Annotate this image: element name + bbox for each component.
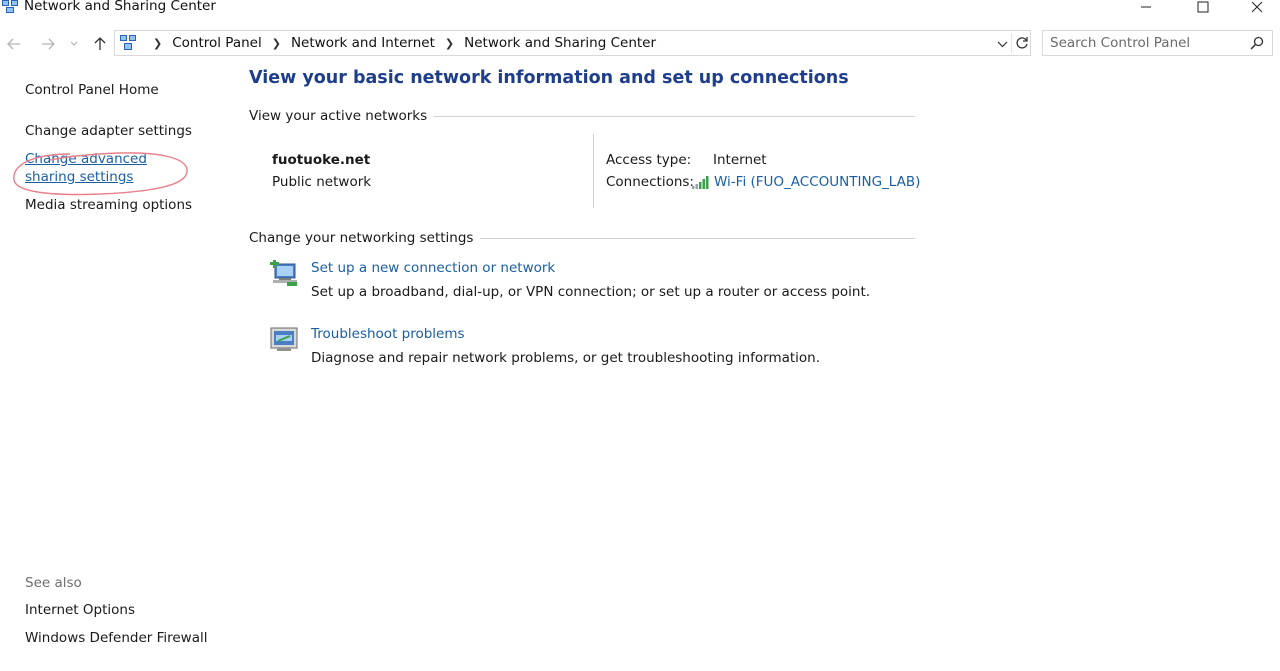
minimize-icon xyxy=(1141,6,1151,8)
forward-arrow-icon xyxy=(42,38,55,50)
network-control-panel-icon xyxy=(2,0,18,13)
refresh-button[interactable] xyxy=(1011,33,1031,53)
minimize-button[interactable] xyxy=(1123,0,1169,18)
section-divider xyxy=(434,115,915,117)
wifi-connection-link[interactable]: Wi-Fi (FUO_ACCOUNTING_LAB) xyxy=(692,174,920,190)
breadcrumb-network-and-internet[interactable]: Network and Internet xyxy=(291,35,435,51)
title-bar: Network and Sharing Center xyxy=(0,0,1280,22)
see-also-windows-defender-firewall[interactable]: Windows Defender Firewall xyxy=(25,630,208,646)
sidebar-item-media-streaming-options[interactable]: Media streaming options xyxy=(25,197,192,213)
troubleshoot-problems-description: Diagnose and repair network problems, or… xyxy=(311,350,821,366)
setup-new-connection-description: Set up a broadband, dial-up, or VPN conn… xyxy=(311,284,871,300)
back-arrow-icon xyxy=(7,38,20,50)
breadcrumb-control-panel[interactable]: Control Panel xyxy=(172,35,262,51)
breadcrumb-network-and-sharing-center[interactable]: Network and Sharing Center xyxy=(464,35,656,51)
forward-button[interactable] xyxy=(38,34,58,54)
access-type-value: Internet xyxy=(713,152,767,168)
refresh-icon xyxy=(1015,37,1028,49)
access-type-label: Access type: xyxy=(606,152,692,168)
breadcrumb-chevron-icon[interactable]: ❯ xyxy=(445,37,454,50)
troubleshoot-problems-link[interactable]: Troubleshoot problems xyxy=(311,326,465,342)
new-connection-icon xyxy=(270,260,297,286)
wifi-connection-name[interactable]: Wi-Fi (FUO_ACCOUNTING_LAB) xyxy=(714,174,920,190)
back-button[interactable] xyxy=(4,34,24,54)
active-networks-section-header: View your active networks xyxy=(249,108,915,124)
network-info-divider xyxy=(593,134,594,208)
chevron-down-icon xyxy=(70,41,78,46)
troubleshoot-icon xyxy=(270,327,298,351)
search-icon[interactable] xyxy=(1250,36,1264,50)
breadcrumb-chevron-icon[interactable]: ❯ xyxy=(272,37,281,50)
up-button[interactable] xyxy=(90,34,110,54)
change-settings-heading: Change your networking settings xyxy=(249,230,474,246)
address-history-dropdown[interactable] xyxy=(993,35,1011,53)
network-category: Public network xyxy=(272,174,372,190)
sidebar-item-control-panel-home[interactable]: Control Panel Home xyxy=(25,82,159,98)
close-icon xyxy=(1251,1,1263,13)
address-bar[interactable]: ❯ Control Panel ❯ Network and Internet ❯… xyxy=(114,30,1031,56)
chevron-down-icon xyxy=(997,41,1007,47)
navigation-bar: ❯ Control Panel ❯ Network and Internet ❯… xyxy=(0,30,1280,58)
search-input[interactable] xyxy=(1043,31,1243,55)
control-panel-icon xyxy=(120,35,136,50)
setup-new-connection-link[interactable]: Set up a new connection or network xyxy=(311,260,555,276)
sidebar-item-change-adapter-settings[interactable]: Change adapter settings xyxy=(25,123,192,139)
up-arrow-icon xyxy=(94,37,106,50)
page-title: View your basic network information and … xyxy=(249,68,849,88)
search-box[interactable] xyxy=(1042,30,1273,56)
wifi-signal-icon xyxy=(692,175,709,189)
see-also-heading: See also xyxy=(25,575,82,591)
active-networks-heading: View your active networks xyxy=(249,108,428,124)
connections-label: Connections: xyxy=(606,174,694,190)
see-also-internet-options[interactable]: Internet Options xyxy=(25,602,135,618)
maximize-button[interactable] xyxy=(1180,0,1226,18)
window-title: Network and Sharing Center xyxy=(24,0,216,14)
network-name: fuotuoke.net xyxy=(272,152,371,168)
section-divider xyxy=(480,237,915,239)
recent-locations-button[interactable] xyxy=(67,34,81,54)
breadcrumb-chevron-icon[interactable]: ❯ xyxy=(153,37,162,50)
change-settings-section-header: Change your networking settings xyxy=(249,230,915,246)
breadcrumb: ❯ Control Panel ❯ Network and Internet ❯… xyxy=(143,31,656,55)
close-button[interactable] xyxy=(1234,0,1280,18)
maximize-icon xyxy=(1197,1,1209,13)
hand-drawn-circle-annotation xyxy=(13,152,188,196)
